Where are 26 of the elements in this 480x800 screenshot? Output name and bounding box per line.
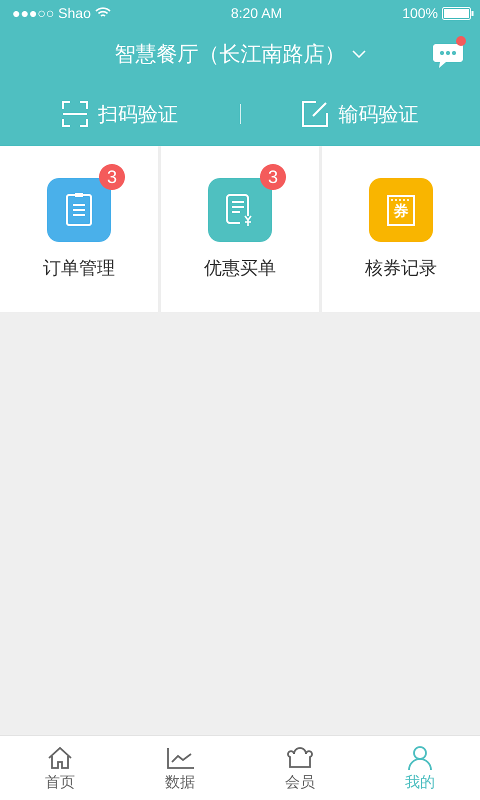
battery-percent: 100%: [402, 5, 438, 21]
count-badge: 3: [99, 164, 125, 190]
tile-label: 核券记录: [365, 257, 437, 280]
edit-icon: [302, 101, 328, 127]
clipboard-icon: [66, 193, 92, 226]
tile-label: 订单管理: [43, 257, 115, 280]
tab-item[interactable]: 首页: [0, 736, 120, 800]
home-icon: [46, 744, 74, 770]
clock-time: 8:20 AM: [230, 5, 282, 21]
chevron-down-icon: [352, 50, 366, 58]
carrier-text: ●●●○○ Shao: [12, 5, 91, 21]
battery-icon: [442, 6, 474, 20]
menu-tile[interactable]: 3 优惠买单: [158, 146, 319, 312]
tile-label: 优惠买单: [204, 257, 276, 280]
menu-tile[interactable]: 3 订单管理: [0, 146, 158, 312]
tab-item[interactable]: 会员: [240, 736, 360, 800]
menu-tile[interactable]: 券 核券记录: [319, 146, 480, 312]
icon-text: 券: [393, 201, 409, 221]
scan-icon: [62, 101, 88, 127]
receipt-icon: [226, 194, 252, 227]
tab-item[interactable]: 数据: [120, 736, 240, 800]
person-icon: [406, 744, 434, 770]
crown-icon: [286, 744, 314, 770]
ticket-icon: [387, 195, 415, 226]
wifi-icon: [94, 7, 111, 19]
count-badge: 3: [260, 164, 286, 190]
